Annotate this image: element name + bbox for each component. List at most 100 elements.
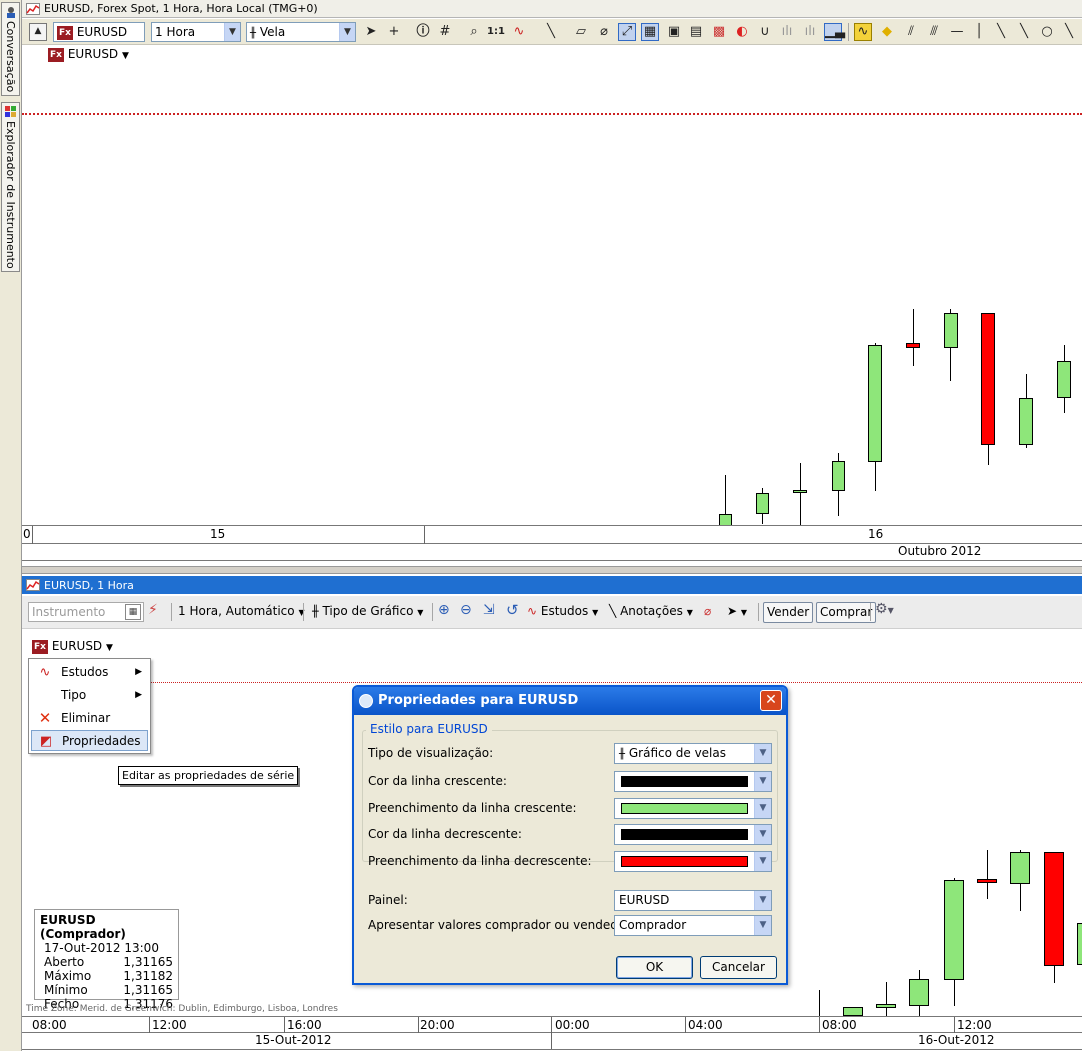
info-box-date: 17-Out-2012 13:00 [44,941,159,955]
axis-tick [149,1017,150,1033]
histogram-icon[interactable]: ılı [801,23,819,41]
info-value: 1,31165 [123,955,173,969]
instrument-search-input[interactable]: Instrumento ▦ [28,602,144,622]
sell-button[interactable]: Vender [763,602,814,623]
up-line-color-select[interactable]: ▼ [614,771,772,792]
top-candlestick-chart[interactable] [22,48,1082,526]
cancel-button[interactable]: Cancelar [700,956,777,979]
up-fill-color-select[interactable]: ▼ [614,798,772,819]
crosshair-icon[interactable]: + [385,23,403,41]
expand-icon[interactable]: ⤢ [618,23,636,41]
studies-dropdown[interactable]: ∿ Estudos ▼ [527,604,598,618]
chart-type-dropdown[interactable]: ╫ Tipo de Gráfico ▼ [312,604,423,618]
time-label: 12:00 [957,1018,992,1032]
explorer-tab-label: Explorador de Instrumento [4,121,17,269]
info-value: 1,31165 [123,983,173,997]
pointer-tool-icon[interactable]: ➤ [362,23,380,41]
candle-wick [886,982,887,1016]
indicator-icon[interactable]: ▤ [687,23,705,41]
dialog-title: Propriedades para EURUSD [378,693,579,708]
period-dropdown[interactable]: 1 Hora, Automático ▼ [178,604,305,618]
candle-body [981,313,995,445]
wave-icon[interactable]: ∿ [510,23,528,41]
annotations-dropdown[interactable]: ╲ Anotações ▼ [609,604,693,618]
bid-ask-select[interactable]: Comprador ▼ [614,915,772,936]
ray-line-icon[interactable]: ╲ [1015,23,1033,41]
properties-icon: ◩ [39,734,53,749]
menu-item-delete[interactable]: ✕ Eliminar [31,708,148,729]
chart-type-combo[interactable]: ╫ Vela ▼ [246,22,356,42]
menu-item-properties[interactable]: ◩ Propriedades [31,730,148,751]
vertical-line-icon[interactable]: │ [970,23,988,41]
magnet-icon[interactable]: ⌀ [595,23,613,41]
instrument-combo[interactable]: Fx EURUSD [53,22,145,42]
panel-select[interactable]: EURUSD ▼ [614,890,772,911]
zoom-out-icon[interactable]: ⊖ [460,602,472,618]
print-icon[interactable]: ▩ [710,23,728,41]
one-to-one-icon[interactable]: 1:1 [487,23,505,41]
chevron-down-icon: ▼ [224,23,240,41]
dialog-app-icon [359,694,373,708]
chevron-down-icon: ▼ [754,744,771,763]
bars-icon[interactable]: ılı [778,23,796,41]
channel-icon[interactable]: ⫽ [902,23,920,41]
chat-side-tab[interactable]: Conversação [1,2,20,96]
triangle-icon[interactable]: ╲ [1060,23,1078,41]
chart-settings-icon[interactable]: ▣ [665,23,683,41]
eraser-icon[interactable]: ▱ [572,23,590,41]
candle-wick [819,990,820,1016]
zoom-icon[interactable]: ⌕ [465,23,483,41]
settings-gear-icon[interactable]: ⚙▼ [875,601,894,617]
time-label: 16:00 [287,1018,322,1032]
view-type-select[interactable]: ╫ Gráfico de velas ▼ [614,743,772,764]
sparkline-icon[interactable]: ⚡ [148,602,158,618]
window-splitter[interactable] [22,566,1082,574]
volume-icon[interactable]: ▁▃ [824,23,845,41]
calendar-icon[interactable]: ▦ [125,604,141,620]
toolbar-separator [758,603,759,621]
trend-line-icon[interactable]: ╲ [992,23,1010,41]
collapse-toolbar-button[interactable]: ▲ [29,23,47,41]
parallel-lines-icon[interactable]: ⫻ [925,23,943,41]
horseshoe-icon[interactable]: ∪ [756,23,774,41]
pattern-icon[interactable]: ▦ [641,23,659,41]
sound-icon[interactable]: ◐ [733,23,751,41]
chevron-down-icon: ▼ [592,608,599,617]
menu-item-studies[interactable]: ∿ Estudos ▶ [31,662,148,683]
oscillator-icon[interactable]: ∿ [854,23,872,41]
timezone-label: Time Zone: Merid. de Greenwich: Dublin, … [26,1004,338,1014]
autoscale-icon[interactable]: ⇲ [483,602,495,618]
axis-tick [284,1017,285,1033]
refresh-icon[interactable]: ↺ [506,601,519,619]
chat-icon [7,7,15,18]
dialog-titlebar[interactable]: Propriedades para EURUSD [354,687,786,715]
info-icon[interactable]: ⓘ [414,23,432,41]
close-icon[interactable]: ✕ [760,690,782,711]
down-fill-color-select[interactable]: ▼ [614,851,772,872]
down-line-color-select[interactable]: ▼ [614,824,772,845]
toolbar-separator [848,23,849,41]
submenu-arrow-icon: ▶ [135,667,142,677]
menu-item-type[interactable]: Tipo ▶ [31,685,148,706]
candle-body [977,879,997,883]
period-combo[interactable]: 1 Hora ▼ [151,22,241,42]
menu-item-label: Estudos [61,665,109,679]
cursor-dropdown[interactable]: ➤ ▼ [727,604,747,618]
grid-icon[interactable]: # [436,23,454,41]
color-swatch [621,856,748,867]
horizontal-line-icon[interactable]: — [948,23,966,41]
eraser-icon[interactable]: ⌀ [704,604,711,618]
buy-button[interactable]: Comprar [816,602,877,623]
chevron-down-icon: ▼ [754,772,771,791]
ok-button[interactable]: OK [616,956,693,979]
line-tool-icon[interactable]: ╲ [542,23,560,41]
info-label: Mínimo [44,983,88,997]
info-value: 1,31182 [123,969,173,983]
ellipse-icon[interactable]: ○ [1038,23,1056,41]
candle-body [906,343,920,348]
axis-tick [551,1017,552,1033]
note-icon[interactable]: ◆ [878,23,896,41]
time-label: 20:00 [420,1018,455,1032]
zoom-in-icon[interactable]: ⊕ [438,602,450,618]
instrument-explorer-side-tab[interactable]: Explorador de Instrumento [1,102,20,272]
